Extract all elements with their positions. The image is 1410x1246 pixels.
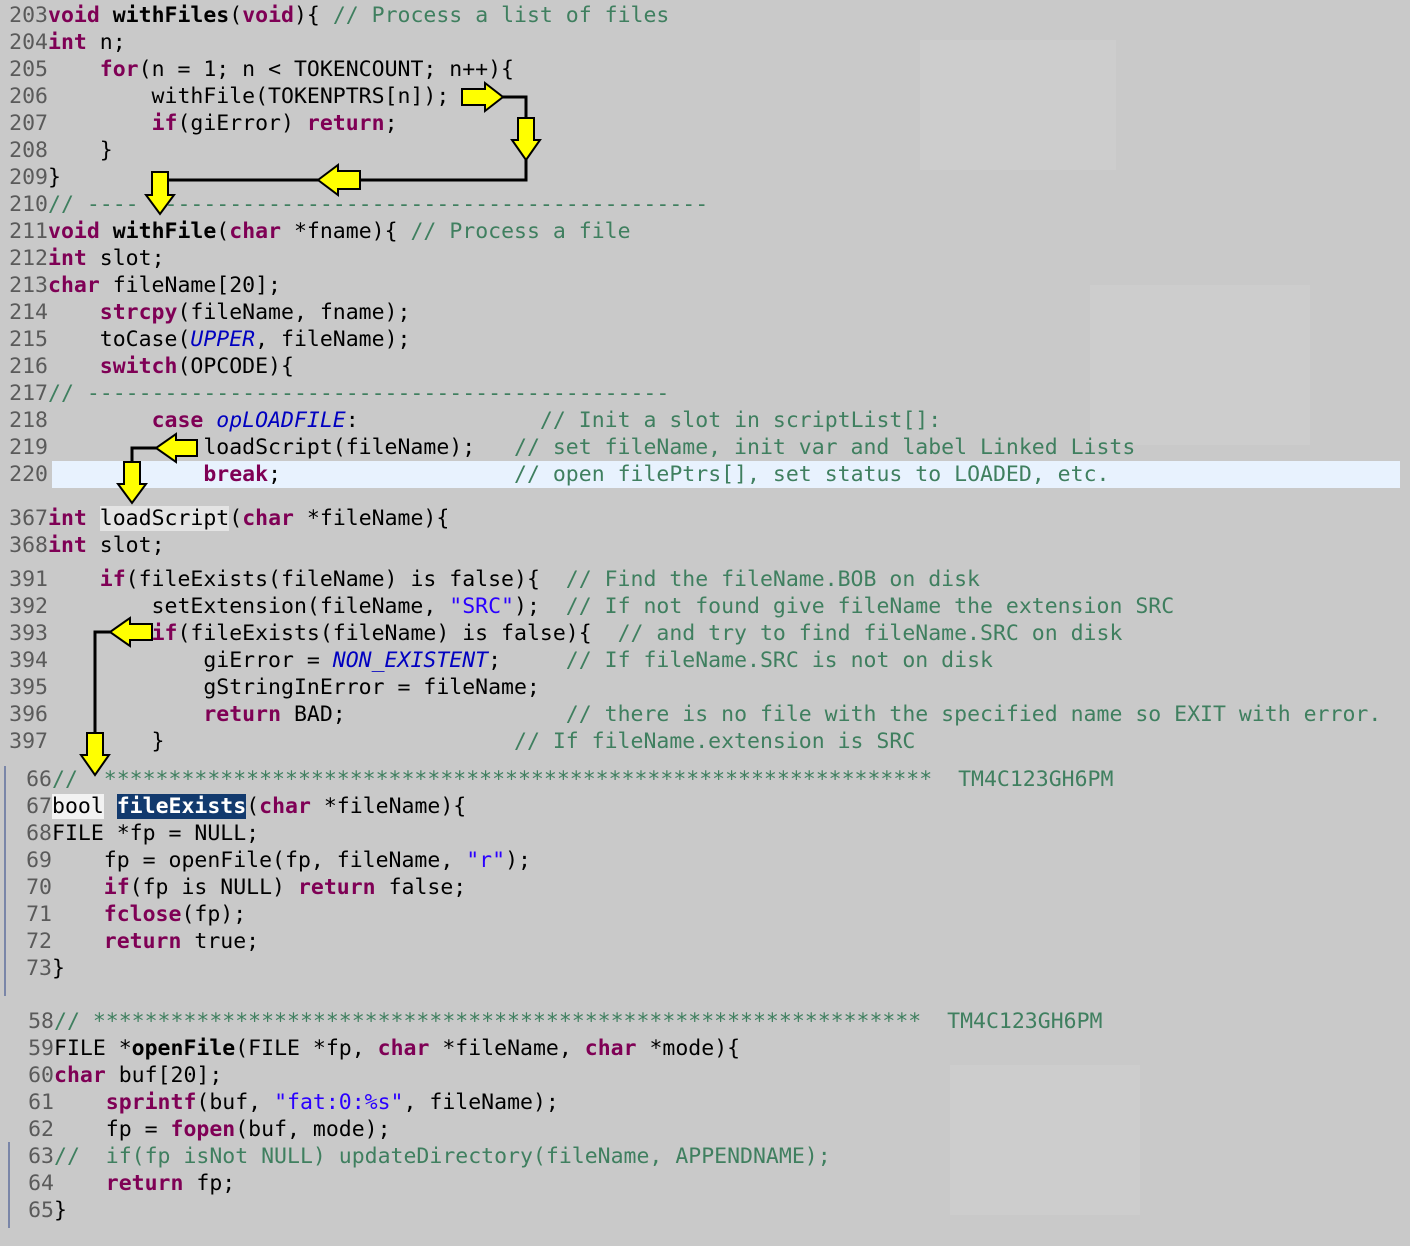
arrow-down-icon bbox=[79, 732, 111, 777]
arrow-right-icon bbox=[461, 80, 505, 114]
arrow-left-icon bbox=[154, 432, 198, 464]
arrow-left-icon bbox=[316, 163, 361, 197]
arrow-left-icon bbox=[108, 616, 153, 648]
arrow-down-icon bbox=[144, 171, 176, 216]
arrow-down-icon bbox=[116, 461, 148, 505]
code-collage: 203void withFiles(void){ // Process a li… bbox=[0, 0, 1410, 1246]
arrow-path-3 bbox=[93, 630, 130, 740]
arrow-down-icon bbox=[510, 117, 542, 162]
flow-arrows bbox=[79, 80, 542, 777]
